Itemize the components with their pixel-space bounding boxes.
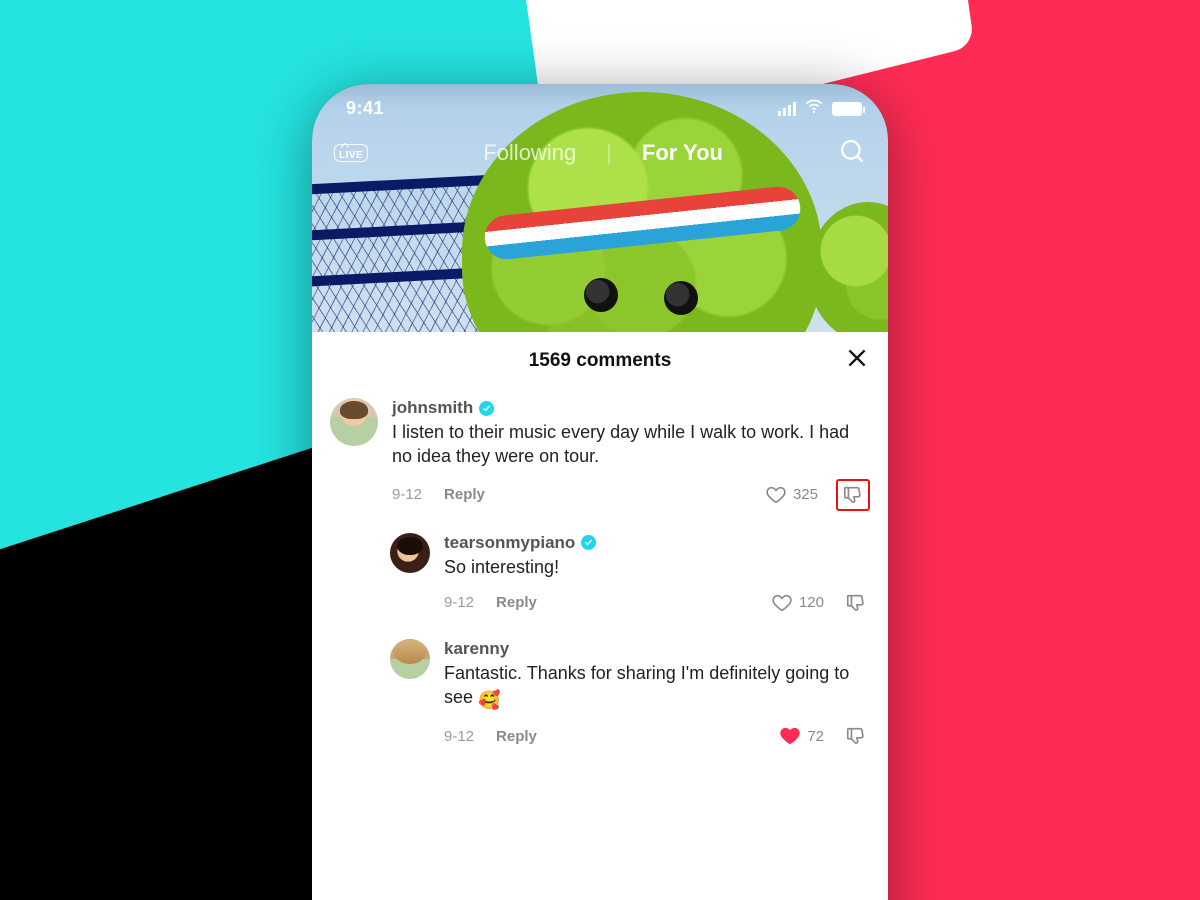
dislike-button[interactable] — [842, 589, 870, 617]
comment-username[interactable]: karenny — [444, 639, 509, 659]
phone-frame: 9:41 LIVE Following — [312, 84, 888, 900]
comment-date: 9-12 — [392, 486, 422, 503]
comments-count: 1569 comments — [529, 350, 672, 372]
thumbs-down-icon — [842, 484, 864, 506]
live-button[interactable]: LIVE — [334, 144, 368, 162]
avatar[interactable] — [390, 639, 430, 679]
dislike-button[interactable] — [842, 722, 870, 750]
heart-icon — [771, 592, 793, 614]
like-button[interactable]: 325 — [765, 484, 818, 506]
like-count: 72 — [807, 728, 824, 745]
like-button[interactable]: 120 — [771, 592, 824, 614]
verified-badge-icon — [479, 401, 494, 416]
search-button[interactable] — [838, 137, 866, 170]
live-label: LIVE — [339, 150, 363, 161]
reply-button[interactable]: Reply — [496, 728, 537, 745]
like-count: 120 — [799, 594, 824, 611]
battery-icon — [832, 102, 862, 116]
reply-button[interactable]: Reply — [496, 594, 537, 611]
comment-item: karenny Fantastic. Thanks for sharing I'… — [390, 639, 870, 751]
wifi-icon — [804, 96, 824, 121]
avatar[interactable] — [330, 398, 378, 446]
top-nav: LIVE Following | For You — [312, 124, 888, 182]
comment-date: 9-12 — [444, 728, 474, 745]
dislike-button[interactable] — [836, 479, 870, 511]
comment-list: johnsmith I listen to their music every … — [312, 390, 888, 750]
verified-badge-icon — [581, 535, 596, 550]
comment-text: I listen to their music every day while … — [392, 420, 870, 469]
emoji-smiling-hearts: 🥰 — [478, 688, 500, 712]
heart-icon — [779, 725, 801, 747]
tab-for-you[interactable]: For You — [642, 140, 723, 166]
thumbs-down-icon — [845, 592, 867, 614]
comment-date: 9-12 — [444, 594, 474, 611]
like-count: 325 — [793, 486, 818, 503]
search-icon — [838, 137, 866, 165]
heart-icon — [765, 484, 787, 506]
status-bar: 9:41 — [312, 84, 888, 124]
comment-username[interactable]: tearsonmypiano — [444, 533, 575, 553]
comment-text: Fantastic. Thanks for sharing I'm defini… — [444, 661, 870, 713]
video-preview[interactable]: 9:41 LIVE Following — [312, 84, 888, 332]
close-comments-button[interactable] — [844, 345, 870, 377]
reply-button[interactable]: Reply — [444, 486, 485, 503]
thumbs-down-icon — [845, 725, 867, 747]
comment-text: So interesting! — [444, 555, 870, 579]
comment-item: johnsmith I listen to their music every … — [330, 398, 870, 511]
comments-header: 1569 comments — [312, 332, 888, 390]
feed-tabs: Following | For You — [483, 140, 723, 166]
cellular-icon — [778, 102, 796, 116]
tab-separator: | — [606, 140, 612, 166]
status-time: 9:41 — [346, 98, 384, 119]
promo-stage: 9:41 LIVE Following — [0, 0, 1200, 900]
avatar[interactable] — [390, 533, 430, 573]
comment-item: tearsonmypiano So interesting! 9-12 Repl… — [390, 533, 870, 617]
comments-panel: 1569 comments johnsmith — [312, 332, 888, 900]
tab-following[interactable]: Following — [483, 140, 576, 166]
comment-username[interactable]: johnsmith — [392, 398, 473, 418]
close-icon — [844, 345, 870, 371]
like-button[interactable]: 72 — [779, 725, 824, 747]
